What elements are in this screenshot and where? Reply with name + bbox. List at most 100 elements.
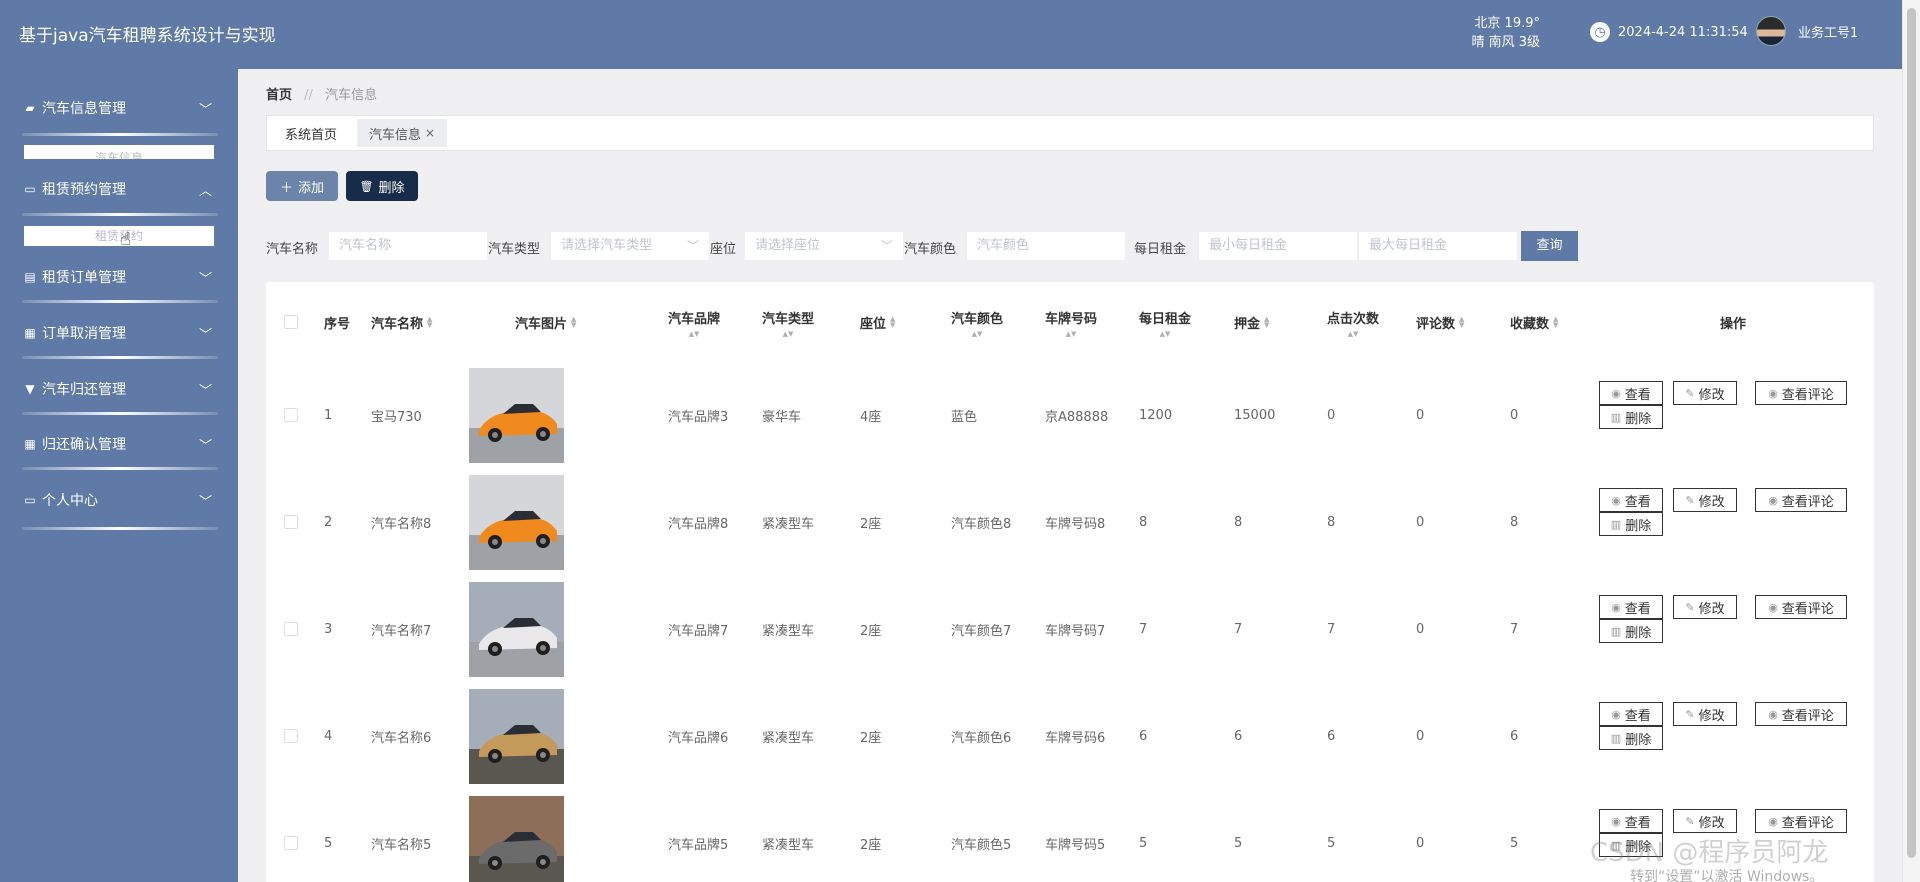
- datetime-text: 2024-4-24 11:31:54: [1618, 24, 1748, 40]
- avatar[interactable]: [1756, 16, 1786, 46]
- row-delete-button[interactable]: ▥ 删除: [1599, 619, 1663, 643]
- sidebar-item-return-confirm[interactable]: ▦ 归还确认管理 ﹀: [0, 424, 238, 464]
- edit-icon: ✎: [1685, 600, 1695, 614]
- breadcrumb-home[interactable]: 首页: [266, 88, 292, 103]
- col-clicks[interactable]: 点击次数 ▲ ▼: [1327, 282, 1379, 362]
- view-comments-button[interactable]: ◉ 查看评论: [1755, 595, 1847, 619]
- car-image[interactable]: [469, 790, 564, 882]
- sidebar-item-car-info[interactable]: ▰ 汽车信息管理 ﹀: [0, 88, 238, 128]
- tab-car-info[interactable]: 汽车信息 ×: [357, 119, 448, 147]
- car-name-input[interactable]: 汽车名称: [328, 231, 488, 261]
- col-color[interactable]: 汽车颜色 ▲ ▼: [951, 282, 1003, 362]
- row-checkbox[interactable]: [284, 362, 298, 468]
- sort-icon[interactable]: ▲ ▼: [890, 316, 895, 329]
- view-comments-button[interactable]: ◉ 查看评论: [1755, 381, 1847, 405]
- cell-favorites: 6: [1510, 728, 1519, 744]
- col-brand[interactable]: 汽车品牌 ▲ ▼: [668, 282, 720, 362]
- eye-icon: ◉: [1768, 814, 1778, 828]
- sort-icon[interactable]: ▲ ▼: [1553, 316, 1558, 329]
- car-image[interactable]: [469, 683, 564, 789]
- seat-select[interactable]: 请选择座位 ﹀: [744, 231, 904, 261]
- cell-plate: 车牌号码5: [1045, 837, 1106, 853]
- cell-brand: 汽车品牌7: [668, 623, 729, 639]
- row-checkbox[interactable]: [284, 790, 298, 882]
- car-type-select[interactable]: 请选择汽车类型 ﹀: [550, 231, 710, 261]
- col-type[interactable]: 汽车类型 ▲ ▼: [762, 282, 814, 362]
- rent-max-input[interactable]: 最大每日租金: [1358, 231, 1518, 261]
- col-rent[interactable]: 每日租金 ▲ ▼: [1139, 282, 1191, 362]
- view-comments-button[interactable]: ◉ 查看评论: [1755, 488, 1847, 512]
- col-name[interactable]: 汽车名称 ▲ ▼: [371, 282, 432, 362]
- checkbox[interactable]: [284, 622, 298, 636]
- view-comments-button-label: 查看评论: [1781, 387, 1834, 403]
- sort-icon[interactable]: ▲ ▼: [427, 316, 432, 329]
- checkbox[interactable]: [284, 836, 298, 850]
- col-favorites-label: 收藏数: [1510, 316, 1550, 332]
- search-button[interactable]: 查询: [1521, 231, 1578, 261]
- delete-button[interactable]: 🗑 删除: [346, 171, 418, 201]
- scrollbar-thumb[interactable]: [1907, 8, 1916, 858]
- page-scrollbar[interactable]: [1902, 0, 1920, 882]
- sort-icon[interactable]: ▲ ▼: [1066, 330, 1077, 337]
- col-comments[interactable]: 评论数 ▲ ▼: [1416, 282, 1464, 362]
- row-checkbox[interactable]: [284, 576, 298, 682]
- checkbox[interactable]: [284, 315, 298, 329]
- submenu-item-rental-booking[interactable]: 租赁预约: [24, 226, 214, 246]
- edit-button[interactable]: ✎ 修改: [1673, 809, 1737, 833]
- row-delete-button[interactable]: ▥ 删除: [1599, 726, 1663, 750]
- user-menu[interactable]: 业务工号1: [1756, 16, 1858, 46]
- row-delete-button[interactable]: ▥ 删除: [1599, 512, 1663, 536]
- sidebar-item-rental-booking[interactable]: ▭ 租赁预约管理 ︿: [0, 169, 238, 209]
- edit-button[interactable]: ✎ 修改: [1673, 488, 1737, 512]
- sort-icon[interactable]: ▲ ▼: [783, 330, 794, 337]
- sort-icon[interactable]: ▲ ▼: [1459, 316, 1464, 329]
- col-seat[interactable]: 座位 ▲ ▼: [860, 282, 895, 362]
- cell-deposit: 7: [1234, 621, 1243, 637]
- cell-favorites: 0: [1510, 407, 1519, 423]
- view-comments-button[interactable]: ◉ 查看评论: [1755, 809, 1847, 833]
- checkbox[interactable]: [284, 408, 298, 422]
- view-button[interactable]: ◉ 查看: [1599, 595, 1663, 619]
- username[interactable]: 业务工号1: [1798, 22, 1858, 41]
- tab-system-home[interactable]: 系统首页: [273, 119, 349, 147]
- view-comments-button[interactable]: ◉ 查看评论: [1755, 702, 1847, 726]
- sidebar-item-order-cancel[interactable]: ▦ 订单取消管理 ﹀: [0, 313, 238, 353]
- edit-button[interactable]: ✎ 修改: [1673, 595, 1737, 619]
- table-row: 4 汽车名称6 汽车品牌6 紧凑型车 2座 汽车颜色6 车牌号码6 6 6 6 0 6 ◉ 查看 ✎ 修改 ◉ 查…: [266, 683, 1874, 789]
- row-delete-button[interactable]: ▥ 删除: [1599, 405, 1663, 429]
- col-deposit[interactable]: 押金 ▲ ▼: [1234, 282, 1269, 362]
- sort-icon[interactable]: ▲ ▼: [972, 330, 983, 337]
- car-image[interactable]: [469, 469, 564, 575]
- car-color-input[interactable]: 汽车颜色: [966, 231, 1126, 261]
- sort-icon[interactable]: ▲ ▼: [1264, 316, 1269, 329]
- edit-button[interactable]: ✎ 修改: [1673, 381, 1737, 405]
- car-image[interactable]: [469, 362, 564, 468]
- close-icon[interactable]: ×: [425, 126, 435, 140]
- car-image[interactable]: [469, 576, 564, 682]
- submenu-item-car-info[interactable]: 汽车信息: [24, 145, 214, 159]
- sidebar-item-rental-order[interactable]: ▤ 租赁订单管理 ﹀: [0, 257, 238, 297]
- col-plate[interactable]: 车牌号码 ▲ ▼: [1045, 282, 1097, 362]
- col-image[interactable]: 汽车图片 ▲ ▼: [515, 282, 576, 362]
- row-checkbox[interactable]: [284, 469, 298, 575]
- view-button[interactable]: ◉ 查看: [1599, 809, 1663, 833]
- view-button[interactable]: ◉ 查看: [1599, 381, 1663, 405]
- row-checkbox[interactable]: [284, 683, 298, 789]
- checkbox[interactable]: [284, 515, 298, 529]
- sort-icon[interactable]: ▲ ▼: [1348, 330, 1359, 337]
- sort-icon[interactable]: ▲ ▼: [1160, 330, 1171, 337]
- add-button[interactable]: ＋ 添加: [266, 171, 338, 201]
- cell-comments: 0: [1416, 835, 1425, 851]
- col-favorites[interactable]: 收藏数 ▲ ▼: [1510, 282, 1558, 362]
- view-button[interactable]: ◉ 查看: [1599, 702, 1663, 726]
- rent-min-input[interactable]: 最小每日租金: [1198, 231, 1358, 261]
- sidebar-item-car-return[interactable]: ▼ 汽车归还管理 ﹀: [0, 369, 238, 409]
- edit-button[interactable]: ✎ 修改: [1673, 702, 1737, 726]
- select-all-checkbox[interactable]: [284, 282, 298, 362]
- cell-clicks: 6: [1327, 728, 1336, 744]
- checkbox[interactable]: [284, 729, 298, 743]
- sort-icon[interactable]: ▲ ▼: [689, 330, 700, 337]
- sidebar-item-personal-center[interactable]: ▭ 个人中心 ﹀: [0, 480, 238, 520]
- view-button[interactable]: ◉ 查看: [1599, 488, 1663, 512]
- sort-icon[interactable]: ▲ ▼: [571, 316, 576, 329]
